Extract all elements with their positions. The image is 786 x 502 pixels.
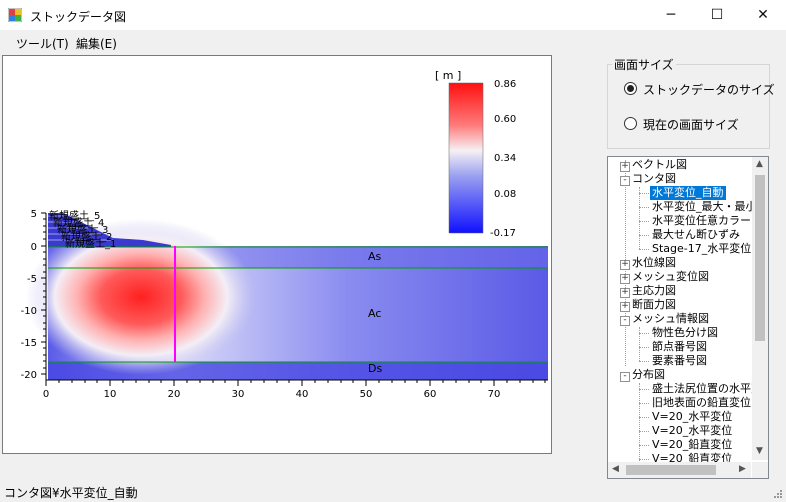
status-bar: コンタ図¥水平変位_自動 bbox=[0, 480, 786, 502]
y-tick-label: -10 bbox=[21, 306, 37, 317]
x-tick-label: 30 bbox=[232, 389, 245, 400]
scrollbar-corner bbox=[752, 462, 768, 478]
close-button[interactable]: ✕ bbox=[740, 0, 786, 30]
screen-size-group-title: 画面サイズ bbox=[612, 56, 676, 73]
tree-horizontal-scroll-thumb[interactable] bbox=[626, 465, 716, 475]
legend-tick: 0.08 bbox=[494, 189, 516, 200]
layer-label-ds: Ds bbox=[368, 362, 382, 375]
color-legend-bar bbox=[448, 82, 484, 234]
legend-tick: 0.60 bbox=[494, 114, 516, 125]
tree-toggle[interactable]: + bbox=[620, 162, 630, 172]
radio-stock-size-label[interactable]: ストックデータのサイズ bbox=[643, 81, 775, 98]
y-tick-label: -20 bbox=[21, 370, 37, 381]
layer-label-as: As bbox=[368, 250, 382, 263]
tree-item[interactable]: V=20_水平変位 bbox=[652, 424, 732, 438]
scroll-left-icon[interactable]: ◀ bbox=[612, 464, 619, 474]
radio-current-size[interactable] bbox=[624, 117, 637, 130]
tree-item-vector[interactable]: ベクトル図 bbox=[632, 158, 687, 172]
x-tick-label: 70 bbox=[488, 389, 501, 400]
y-tick-label: -15 bbox=[21, 338, 37, 349]
tree-item[interactable]: 水平変位_最大・最小 bbox=[652, 200, 757, 214]
legend-tick: 0.86 bbox=[494, 79, 516, 90]
tree-item[interactable]: V=20_水平変位 bbox=[652, 410, 732, 424]
x-tick-label: 20 bbox=[168, 389, 181, 400]
y-tick-label: -5 bbox=[27, 274, 37, 285]
legend-tick: -0.17 bbox=[490, 228, 516, 239]
x-tick-label: 0 bbox=[43, 389, 49, 400]
stock-data-tree[interactable]: + ベクトル図 - コンタ図 水平変位_自動 水平変位_最大・最小 水平変位任意… bbox=[607, 156, 769, 479]
radio-current-size-label[interactable]: 現在の画面サイズ bbox=[643, 116, 739, 133]
y-tick-label: 0 bbox=[31, 242, 37, 253]
tree-item[interactable]: 物性色分け図 bbox=[652, 326, 718, 340]
tree-item-distribution[interactable]: 分布図 bbox=[632, 368, 665, 382]
minimize-button[interactable]: ─ bbox=[648, 0, 694, 30]
tree-vertical-scroll-thumb[interactable] bbox=[755, 175, 765, 341]
tree-item-section-force[interactable]: 断面力図 bbox=[632, 298, 676, 312]
resize-grip-icon[interactable] bbox=[773, 489, 783, 499]
legend-tick: 0.34 bbox=[494, 153, 516, 164]
tree-item[interactable]: 旧地表面の鉛直変位 bbox=[652, 396, 751, 410]
tree-item[interactable]: 節点番号図 bbox=[652, 340, 707, 354]
contour-plot: As Ac Ds 新規盛土_5 新規盛土_4 新規盛土_3 新規盛土_2 新規盛… bbox=[21, 69, 548, 400]
window-title: ストックデータ図 bbox=[30, 10, 127, 24]
tree-item-mesh-displacement[interactable]: メッシュ変位図 bbox=[632, 270, 709, 284]
maximize-button[interactable]: ☐ bbox=[694, 0, 740, 30]
radio-dot bbox=[627, 85, 634, 92]
tree-toggle[interactable]: + bbox=[620, 260, 630, 270]
tree-item-principal-stress[interactable]: 主応力図 bbox=[632, 284, 676, 298]
tree-item[interactable]: Stage-17_水平変位 bbox=[652, 242, 751, 256]
tree-vertical-scrollbar[interactable]: ▲ ▼ bbox=[752, 157, 768, 460]
radio-stock-size[interactable] bbox=[624, 82, 637, 95]
tree-toggle[interactable]: - bbox=[620, 316, 630, 326]
tree-item[interactable]: 要素番号図 bbox=[652, 354, 707, 368]
scroll-up-icon[interactable]: ▲ bbox=[756, 159, 763, 169]
menu-edit[interactable]: 編集(E) bbox=[76, 35, 117, 52]
tree-toggle[interactable]: - bbox=[620, 176, 630, 186]
x-axis-minor-ticks bbox=[45, 380, 546, 386]
legend-unit: [ m ] bbox=[435, 69, 461, 82]
x-tick-label: 50 bbox=[360, 389, 373, 400]
tree-item-horizontal-auto[interactable]: 水平変位_自動 bbox=[650, 186, 726, 200]
tree-item-contour[interactable]: コンタ図 bbox=[632, 172, 676, 186]
tree-item[interactable]: 最大せん断ひずみ bbox=[652, 228, 740, 242]
tree-toggle[interactable]: + bbox=[620, 288, 630, 298]
scroll-down-icon[interactable]: ▼ bbox=[756, 446, 763, 456]
x-tick-label: 60 bbox=[424, 389, 437, 400]
menu-tools[interactable]: ツール(T) bbox=[16, 35, 69, 52]
tree-toggle[interactable]: + bbox=[620, 302, 630, 312]
scroll-right-icon[interactable]: ▶ bbox=[739, 464, 746, 474]
title-bar: ストックデータ図 ─ ☐ ✕ bbox=[0, 0, 786, 30]
x-tick-label: 10 bbox=[104, 389, 117, 400]
y-tick-label: 5 bbox=[31, 209, 37, 220]
tree-item[interactable]: V=20_鉛直変位 bbox=[652, 438, 732, 452]
tree-item[interactable]: 水平変位任意カラー bbox=[652, 214, 751, 228]
tree-toggle[interactable]: + bbox=[620, 274, 630, 284]
contour-plot-canvas[interactable]: As Ac Ds 新規盛土_5 新規盛土_4 新規盛土_3 新規盛土_2 新規盛… bbox=[2, 55, 552, 454]
embankment-label-1: 新規盛土_1 bbox=[65, 237, 116, 250]
tree-toggle[interactable]: - bbox=[620, 372, 630, 382]
tree-item-water-level[interactable]: 水位線図 bbox=[632, 256, 676, 270]
app-icon bbox=[8, 8, 22, 22]
layer-label-ac: Ac bbox=[368, 307, 381, 320]
tree-horizontal-scrollbar[interactable]: ◀ ▶ bbox=[608, 462, 751, 478]
menu-bar: ツール(T) 編集(E) bbox=[0, 30, 786, 54]
screen-size-group bbox=[607, 64, 770, 149]
tree-item-mesh-info[interactable]: メッシュ情報図 bbox=[632, 312, 709, 326]
status-text: コンタ図¥水平変位_自動 bbox=[4, 486, 138, 500]
x-tick-label: 40 bbox=[296, 389, 309, 400]
